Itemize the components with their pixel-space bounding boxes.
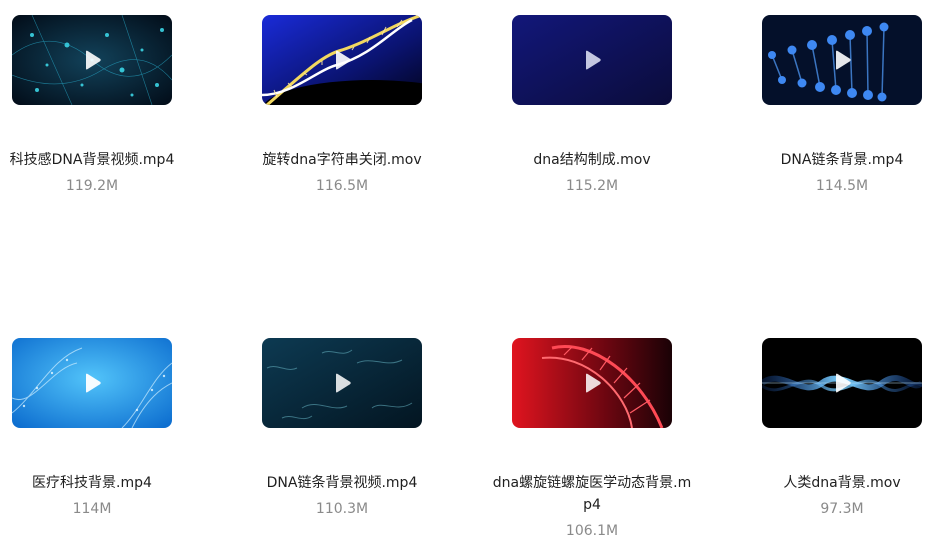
file-size: 119.2M <box>65 178 119 194</box>
file-name[interactable]: DNA链条背景.mp4 <box>742 149 938 171</box>
file-card[interactable]: 医疗科技背景.mp4 114M <box>0 323 200 553</box>
play-icon <box>336 373 351 393</box>
play-icon <box>836 373 851 393</box>
file-name[interactable]: 旋转dna字符串关闭.mov <box>242 149 442 171</box>
video-thumbnail[interactable] <box>762 15 922 105</box>
play-icon <box>86 50 101 70</box>
file-name[interactable]: 医疗科技背景.mp4 <box>0 472 192 494</box>
file-name[interactable]: 人类dna背景.mov <box>742 472 938 494</box>
file-size: 97.3M <box>820 501 864 517</box>
file-name[interactable]: dna结构制成.mov <box>492 149 692 171</box>
file-size: 106.1M <box>565 523 619 539</box>
video-thumbnail[interactable] <box>262 15 422 105</box>
file-size: 116.5M <box>315 178 369 194</box>
video-thumbnail[interactable] <box>12 338 172 428</box>
file-name[interactable]: DNA链条背景视频.mp4 <box>242 472 442 494</box>
video-thumbnail[interactable] <box>12 15 172 105</box>
file-card[interactable]: DNA链条背景视频.mp4 110.3M <box>250 323 450 553</box>
file-size: 114.5M <box>815 178 869 194</box>
file-card[interactable]: 人类dna背景.mov 97.3M <box>750 323 938 553</box>
file-card[interactable]: DNA链条背景.mp4 114.5M <box>750 0 938 230</box>
video-thumbnail[interactable] <box>512 15 672 105</box>
file-card[interactable]: dna结构制成.mov 115.2M <box>500 0 700 230</box>
play-icon <box>336 50 351 70</box>
file-grid: 科技感DNA背景视频.mp4 119.2M 旋转dna字符串关闭.mov 116… <box>0 0 938 545</box>
video-thumbnail[interactable] <box>262 338 422 428</box>
file-card[interactable]: dna螺旋链螺旋医学动态背景.mp4 106.1M <box>493 323 700 553</box>
play-icon <box>586 50 601 70</box>
file-name[interactable]: 科技感DNA背景视频.mp4 <box>0 149 192 171</box>
play-icon <box>836 50 851 70</box>
video-thumbnail[interactable] <box>762 338 922 428</box>
play-icon <box>86 373 101 393</box>
file-size: 110.3M <box>315 501 369 517</box>
file-size: 114M <box>72 501 112 517</box>
play-icon <box>586 373 601 393</box>
video-thumbnail[interactable] <box>512 338 672 428</box>
file-size: 115.2M <box>565 178 619 194</box>
file-name[interactable]: dna螺旋链螺旋医学动态背景.mp4 <box>492 472 692 516</box>
file-card[interactable]: 科技感DNA背景视频.mp4 119.2M <box>0 0 200 230</box>
file-card[interactable]: 旋转dna字符串关闭.mov 116.5M <box>250 0 450 230</box>
